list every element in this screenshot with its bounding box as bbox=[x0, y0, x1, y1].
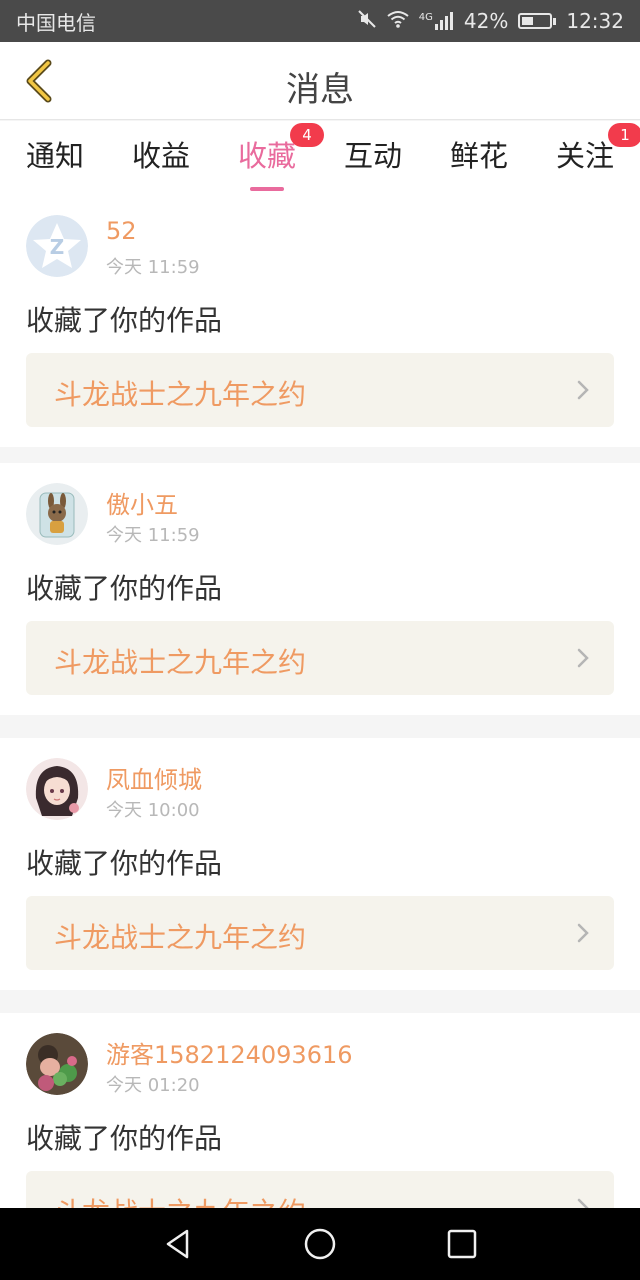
avatar[interactable]: Z bbox=[26, 215, 88, 277]
triangle-back-icon bbox=[166, 1229, 189, 1259]
battery-icon bbox=[518, 13, 557, 29]
work-link[interactable]: 斗龙战士之九年之约 bbox=[26, 1171, 614, 1208]
action-text: 收藏了你的作品 bbox=[26, 847, 223, 880]
username[interactable]: 52 bbox=[106, 217, 137, 245]
work-title: 斗龙战士之九年之约 bbox=[54, 921, 307, 954]
photo-avatar-icon bbox=[26, 1033, 88, 1095]
username[interactable]: 傲小五 bbox=[106, 485, 178, 520]
timestamp: 今天 01:20 bbox=[106, 1075, 200, 1096]
chevron-right-icon bbox=[577, 648, 589, 668]
doll-avatar-icon bbox=[26, 483, 88, 545]
chevron-right-icon bbox=[577, 1198, 589, 1208]
tab-earnings[interactable]: 收益 bbox=[132, 133, 190, 175]
work-title: 斗龙战士之九年之约 bbox=[54, 1191, 306, 1208]
tab-bar: 通知 收益 收藏 4 互动 鲜花 关注 1 bbox=[0, 121, 640, 195]
carrier-label: 中国电信 bbox=[16, 10, 96, 35]
chevron-right-icon bbox=[577, 380, 589, 400]
active-tab-indicator bbox=[250, 187, 284, 191]
mute-icon bbox=[357, 9, 377, 34]
square-recents-icon bbox=[447, 1229, 477, 1259]
title-bar: 消息 bbox=[0, 42, 640, 120]
tab-label: 通知 bbox=[26, 139, 85, 173]
wifi-icon bbox=[387, 10, 409, 33]
tab-label: 鲜花 bbox=[450, 139, 509, 173]
tab-badge: 4 bbox=[290, 123, 324, 147]
avatar[interactable] bbox=[26, 483, 88, 545]
nav-recents-button[interactable] bbox=[444, 1226, 480, 1262]
timestamp: 今天 11:59 bbox=[106, 525, 200, 546]
status-bar: 中国电信 4G 42% 12:32 bbox=[0, 0, 640, 42]
tab-favorites[interactable]: 收藏 4 bbox=[238, 123, 324, 191]
timestamp: 今天 10:00 bbox=[106, 800, 200, 821]
clock: 12:32 bbox=[566, 9, 624, 33]
chevron-right-icon bbox=[577, 923, 589, 943]
svg-text:Z: Z bbox=[50, 235, 65, 259]
tab-label: 关注 bbox=[556, 139, 615, 173]
avatar[interactable] bbox=[26, 758, 88, 820]
tab-badge: 1 bbox=[608, 123, 640, 147]
work-link[interactable]: 斗龙战士之九年之约 bbox=[26, 353, 614, 427]
list-item: 凤血倾城 今天 10:00 收藏了你的作品 斗龙战士之九年之约 bbox=[0, 738, 640, 990]
nav-home-button[interactable] bbox=[302, 1226, 338, 1262]
username[interactable]: 凤血倾城 bbox=[106, 760, 202, 795]
signal-icon: 4G bbox=[419, 12, 454, 30]
action-text: 收藏了你的作品 bbox=[26, 572, 223, 605]
tab-following[interactable]: 关注 1 bbox=[556, 123, 640, 175]
tab-label: 互动 bbox=[344, 139, 403, 173]
work-title: 斗龙战士之九年之约 bbox=[54, 378, 307, 411]
circle-home-icon bbox=[304, 1228, 336, 1260]
tab-interactions[interactable]: 互动 bbox=[344, 133, 402, 175]
tab-notifications[interactable]: 通知 bbox=[26, 133, 84, 175]
message-feed[interactable]: Z 52 今天 11:59 收藏了你的作品 斗龙战士之九年之约 傲小五 今天 1… bbox=[0, 195, 640, 1208]
work-title: 斗龙战士之九年之约 bbox=[54, 646, 307, 679]
page-title: 消息 bbox=[286, 70, 354, 110]
battery-percent: 42% bbox=[463, 9, 509, 33]
work-link[interactable]: 斗龙战士之九年之约 bbox=[26, 621, 614, 695]
network-type-label: 4G bbox=[418, 12, 433, 23]
system-nav-bar bbox=[0, 1208, 640, 1280]
timestamp: 今天 11:59 bbox=[106, 257, 200, 278]
action-text: 收藏了你的作品 bbox=[26, 1122, 223, 1155]
tab-label: 收益 bbox=[132, 139, 191, 173]
nav-back-button[interactable] bbox=[160, 1226, 196, 1262]
list-item: Z 52 今天 11:59 收藏了你的作品 斗龙战士之九年之约 bbox=[0, 195, 640, 447]
tab-label: 收藏 bbox=[238, 139, 297, 173]
action-text: 收藏了你的作品 bbox=[26, 304, 223, 337]
default-avatar-icon: Z bbox=[26, 215, 88, 277]
anime-girl-avatar-icon bbox=[26, 758, 88, 820]
avatar[interactable] bbox=[26, 1033, 88, 1095]
list-item: 傲小五 今天 11:59 收藏了你的作品 斗龙战士之九年之约 bbox=[0, 463, 640, 715]
tab-flowers[interactable]: 鲜花 bbox=[450, 133, 508, 175]
username[interactable]: 游客1582124093616 bbox=[106, 1035, 353, 1070]
list-item: 游客1582124093616 今天 01:20 收藏了你的作品 斗龙战士之九年… bbox=[0, 1013, 640, 1208]
work-link[interactable]: 斗龙战士之九年之约 bbox=[26, 896, 614, 970]
